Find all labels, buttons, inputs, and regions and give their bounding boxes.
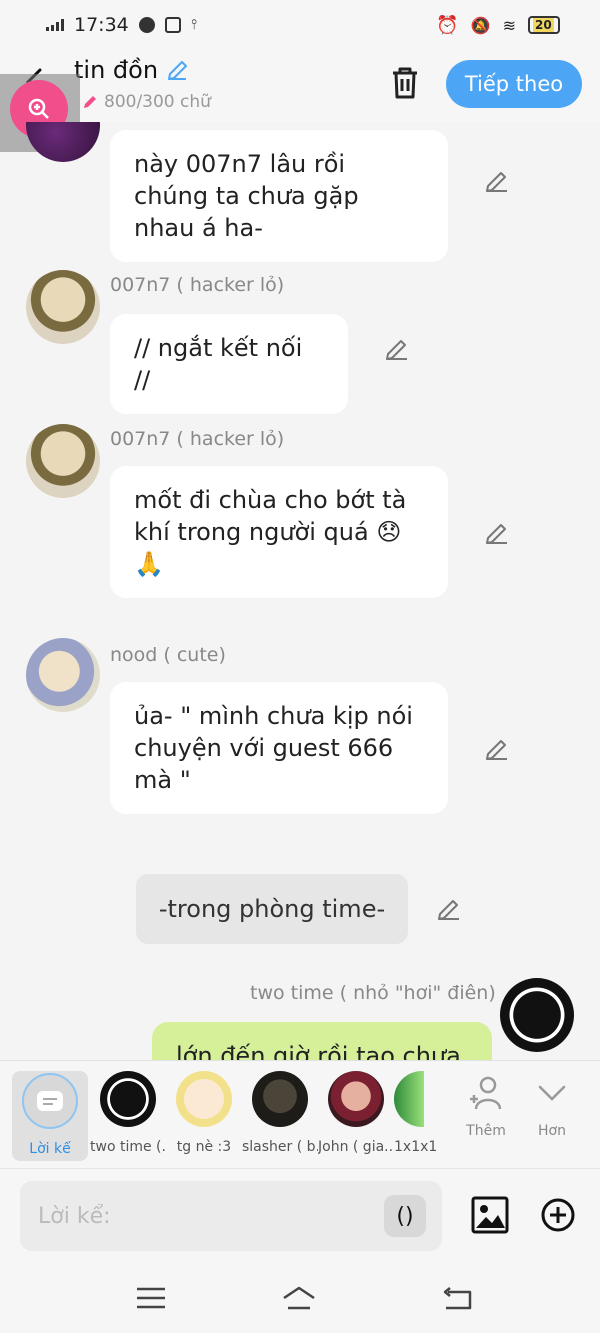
message-text: lớn đến giờ rồi tao chưa: [176, 1042, 461, 1060]
character-item[interactable]: tg nè :3: [166, 1071, 242, 1155]
plus-circle-icon[interactable]: [540, 1197, 576, 1233]
pencil-icon: [84, 96, 96, 108]
narration-text: -trong phòng time-: [158, 895, 386, 923]
alarm-icon: ⏰: [436, 14, 459, 36]
collapse-label: Hơn: [538, 1123, 566, 1139]
avatar[interactable]: [26, 424, 100, 498]
message-text: // ngắt kết nối //: [134, 334, 303, 394]
character-name: 1x1x1: [394, 1139, 436, 1155]
character-avatar: [100, 1071, 156, 1127]
message-bubble[interactable]: // ngắt kết nối //: [110, 314, 348, 414]
edit-icon[interactable]: [484, 168, 510, 194]
char-counter: 800/300 chữ: [82, 92, 211, 112]
character-avatar: [328, 1071, 384, 1127]
message-text: này 007n7 lâu rồi chúng ta chưa gặp nhau…: [134, 150, 359, 242]
image-icon[interactable]: [470, 1195, 510, 1235]
chat-icon: [37, 1091, 63, 1111]
parenthesis-button[interactable]: (): [384, 1195, 426, 1237]
home-icon[interactable]: [282, 1284, 316, 1312]
counter-text: 800/300 chữ: [104, 92, 211, 112]
trash-icon[interactable]: [390, 66, 420, 100]
usb-icon: ⫯: [190, 17, 197, 33]
edit-icon[interactable]: [484, 520, 510, 546]
system-nav-bar: [0, 1262, 600, 1333]
sender-name: two time ( nhỏ "hơi" điên): [250, 982, 496, 1004]
status-right: ⏰ 🔕 ≋ 20: [436, 15, 560, 36]
character-avatar: [176, 1071, 232, 1127]
wifi-icon: ≋: [502, 15, 516, 35]
character-name: two time (...: [90, 1139, 166, 1155]
add-character-button[interactable]: Thêm: [456, 1075, 516, 1139]
avatar[interactable]: [26, 270, 100, 344]
sender-name: nood ( cute): [110, 644, 226, 666]
character-name: Lời kể: [29, 1141, 71, 1157]
menu-icon[interactable]: [134, 1284, 168, 1312]
character-avatar: [394, 1071, 424, 1127]
message-bubble[interactable]: này 007n7 lâu rồi chúng ta chưa gặp nhau…: [110, 130, 448, 262]
character-item[interactable]: two time (...: [90, 1071, 166, 1155]
sender-name: 007n7 ( hacker lỏ): [110, 428, 285, 450]
message-bubble[interactable]: ủa- " mình chưa kịp nói chuyện với guest…: [110, 682, 448, 814]
input-row: (): [0, 1168, 600, 1262]
character-item[interactable]: John ( gia...: [318, 1071, 394, 1155]
avatar[interactable]: [26, 122, 100, 162]
character-avatar: [252, 1071, 308, 1127]
collapse-button[interactable]: Hơn: [522, 1075, 582, 1139]
location-icon: [138, 17, 155, 33]
status-bar: 17:34 ⫯ ⏰ 🔕 ≋ 20: [0, 0, 600, 50]
battery-icon: 20: [528, 16, 560, 34]
edit-icon[interactable]: [484, 736, 510, 762]
more-label: Thêm: [466, 1123, 506, 1139]
message-bubble[interactable]: lớn đến giờ rồi tao chưa: [152, 1022, 492, 1060]
edit-title-icon[interactable]: [166, 58, 190, 82]
status-left: 17:34 ⫯: [46, 14, 197, 36]
avatar[interactable]: [500, 978, 574, 1052]
sender-name: 007n7 ( hacker lỏ): [110, 274, 285, 296]
title-text: tin đồn: [74, 56, 159, 84]
back-nav-icon[interactable]: [440, 1284, 474, 1312]
narrator-avatar: [22, 1073, 78, 1129]
page-title[interactable]: tin đồn: [74, 56, 190, 84]
next-button[interactable]: Tiếp theo: [446, 60, 582, 108]
character-name: tg nè :3: [176, 1139, 232, 1155]
zoom-in-icon: [28, 98, 49, 119]
message-text: ủa- " mình chưa kịp nói chuyện với guest…: [134, 702, 413, 794]
chat-area[interactable]: này 007n7 lâu rồi chúng ta chưa gặp nhau…: [0, 122, 600, 1060]
character-item[interactable]: 1x1x1: [394, 1071, 436, 1155]
character-selector: Lời kể two time (... tg nè :3 slasher ( …: [0, 1060, 600, 1168]
character-name: John ( gia...: [318, 1139, 394, 1155]
chevron-down-icon: [538, 1085, 566, 1101]
mute-icon: 🔕: [470, 15, 491, 35]
message-bubble[interactable]: mốt đi chùa cho bớt tà khí trong người q…: [110, 466, 448, 598]
character-narrator[interactable]: Lời kể: [12, 1071, 88, 1161]
edit-icon[interactable]: [436, 896, 462, 922]
battery-level: 20: [533, 18, 554, 32]
message-text: mốt đi chùa cho bớt tà khí trong người q…: [134, 486, 407, 578]
status-time: 17:34: [74, 14, 129, 36]
header: tin đồn 800/300 chữ Tiếp theo: [0, 50, 600, 122]
character-item[interactable]: slasher ( b...: [242, 1071, 318, 1155]
edit-icon[interactable]: [384, 336, 410, 362]
avatar[interactable]: [26, 638, 100, 712]
narration-bubble[interactable]: -trong phòng time-: [136, 874, 408, 944]
message-input[interactable]: [20, 1181, 442, 1251]
add-user-icon: [470, 1076, 502, 1110]
character-name: slasher ( b...: [242, 1139, 318, 1155]
signal-icon: [46, 19, 64, 31]
mail-icon: [164, 17, 181, 33]
